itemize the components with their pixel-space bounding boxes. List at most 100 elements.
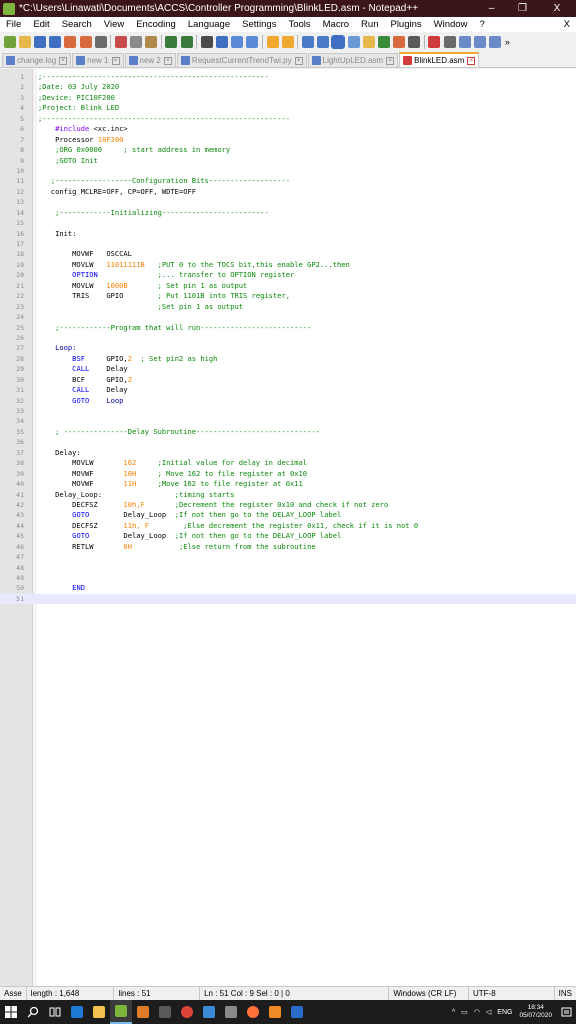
copy-icon[interactable] [130, 36, 143, 48]
taskbar-chrome[interactable] [176, 1000, 198, 1024]
run-macro-multiple-icon[interactable] [474, 36, 487, 48]
search-button[interactable] [22, 1000, 44, 1024]
code-line[interactable]: 30 BCF GPIO,2 [0, 375, 576, 385]
code-text[interactable]: DECFSZ 11h, F ;Else decrement the regist… [38, 521, 418, 531]
code-line[interactable]: 7 Processor 10F200 [0, 135, 576, 145]
code-line[interactable]: 20 OPTION ;... transfer to OPTION regist… [0, 270, 576, 280]
code-text[interactable]: ;Device: PIC10F200 [38, 93, 115, 103]
code-text[interactable]: config MCLRE=OFF, CP=OFF, WDTE=OFF [38, 187, 196, 197]
taskbar-app-blue[interactable] [198, 1000, 220, 1024]
code-text[interactable]: GOTO Delay_Loop ;If not then go to the D… [38, 531, 341, 541]
code-line[interactable]: 32 GOTO Loop [0, 396, 576, 406]
code-text[interactable]: ; ---------------Delay Subroutine-------… [38, 427, 320, 437]
code-line[interactable]: 47 [0, 552, 576, 562]
menu-file[interactable]: File [0, 19, 27, 30]
code-line[interactable]: 2 ;Date: 03 July 2020 [0, 82, 576, 92]
close-button[interactable]: X [538, 0, 576, 17]
code-line[interactable]: 28 BSF GPIO,2 ; Set pin2 as high [0, 354, 576, 364]
code-line[interactable]: 26 [0, 333, 576, 343]
code-line[interactable]: 42 DECFSZ 10h,F ;Decrement the register … [0, 500, 576, 510]
code-text[interactable]: ;------------Program that will run------… [38, 323, 311, 333]
code-text[interactable]: ;---------------------------------------… [38, 72, 269, 82]
minimize-button[interactable]: – [476, 0, 507, 17]
code-line[interactable]: 50 END [0, 583, 576, 593]
code-text[interactable]: Delay: [38, 448, 81, 458]
word-wrap-icon[interactable] [301, 36, 314, 48]
code-line[interactable]: 6 #include <xc.inc> [0, 124, 576, 134]
close-document-button[interactable]: X [564, 19, 576, 30]
code-line[interactable]: 33 [0, 406, 576, 416]
code-line[interactable]: 21 MOVLW 1000B ; Set pin 1 as output [0, 281, 576, 291]
open-file-icon[interactable] [18, 36, 31, 48]
code-text[interactable]: MOVWF 11H ;Move 162 to file register at … [38, 479, 303, 489]
save-icon[interactable] [33, 36, 46, 48]
code-text[interactable]: CALL Delay [38, 385, 128, 395]
code-text[interactable]: GOTO Delay_Loop ;If not then go to the D… [38, 510, 341, 520]
code-text[interactable]: MOVLW 11011111B ;PUT 0 to the TOCS bit,t… [38, 260, 350, 270]
code-text[interactable]: Processor 10F200 [38, 135, 123, 145]
close-tab-icon[interactable]: × [163, 56, 172, 65]
code-text[interactable]: RETLW 0H ;Else return from the subroutin… [38, 542, 315, 552]
code-text[interactable]: MOVWF OSCCAL [38, 249, 132, 259]
code-line[interactable]: 23 ;Set pin 1 as output [0, 302, 576, 312]
code-line[interactable]: 37 Delay: [0, 448, 576, 458]
show-all-chars-icon[interactable] [317, 36, 330, 48]
cut-icon[interactable] [114, 36, 127, 48]
menu-tools[interactable]: Tools [282, 19, 316, 30]
taskbar-calculator[interactable] [154, 1000, 176, 1024]
code-line[interactable]: 3 ;Device: PIC10F200 [0, 93, 576, 103]
save-all-icon[interactable] [49, 36, 62, 48]
battery-icon[interactable]: ▭ [461, 1008, 468, 1016]
save-macro-icon[interactable] [489, 36, 502, 48]
code-line[interactable]: 49 [0, 573, 576, 583]
taskbar-firefox[interactable] [242, 1000, 264, 1024]
code-text[interactable]: ;Date: 03 July 2020 [38, 82, 119, 92]
tab-new-1[interactable]: new 1 × [72, 53, 124, 67]
language-indicator[interactable]: ENG [497, 1009, 512, 1016]
menu-help[interactable]: ? [473, 19, 490, 30]
menu-settings[interactable]: Settings [236, 19, 282, 30]
code-line[interactable]: 19 MOVLW 11011111B ;PUT 0 to the TOCS bi… [0, 260, 576, 270]
code-line[interactable]: 9 ;GOTO Init [0, 156, 576, 166]
code-text[interactable]: Init: [38, 229, 76, 239]
code-line[interactable]: 38 MOVLW 162 ;Initial value for delay in… [0, 458, 576, 468]
sync-horizontal-icon[interactable] [281, 36, 294, 48]
taskbar-notepadpp[interactable] [110, 1000, 132, 1024]
code-line[interactable]: 22 TRIS GPIO ; Put 1101B into TRIS regis… [0, 291, 576, 301]
action-center-button[interactable] [556, 1000, 576, 1024]
code-line[interactable]: 29 CALL Delay [0, 364, 576, 374]
taskbar-app-gray[interactable] [220, 1000, 242, 1024]
menu-search[interactable]: Search [56, 19, 98, 30]
code-text[interactable]: ;Set pin 1 as output [38, 302, 243, 312]
code-line[interactable]: 13 [0, 197, 576, 207]
monitoring-icon[interactable] [393, 36, 406, 48]
code-line[interactable]: 17 [0, 239, 576, 249]
code-line[interactable]: 16 Init: [0, 229, 576, 239]
find-icon[interactable] [200, 36, 213, 48]
indent-guide-icon[interactable] [331, 35, 346, 49]
code-line[interactable]: 31 CALL Delay [0, 385, 576, 395]
new-file-icon[interactable] [3, 36, 16, 48]
code-text[interactable]: MOVLW 1000B ; Set pin 1 as output [38, 281, 247, 291]
tab-new-2[interactable]: new 2 × [124, 53, 176, 67]
code-line[interactable]: 41 Delay_Loop: ;timing starts [0, 490, 576, 500]
taskbar-app-blue-2[interactable] [286, 1000, 308, 1024]
volume-icon[interactable]: ◁ [486, 1008, 491, 1016]
code-line[interactable]: 39 MOVWF 10H ; Move 162 to file register… [0, 469, 576, 479]
code-line[interactable]: 4 ;Project: Blink LED [0, 103, 576, 113]
folder-workspace-icon[interactable] [362, 36, 375, 48]
tab-light-up-led[interactable]: LightUpLED.asm × [307, 53, 399, 67]
menu-plugins[interactable]: Plugins [384, 19, 427, 30]
close-tab-icon[interactable]: × [294, 56, 303, 65]
code-line[interactable]: 44 DECFSZ 11h, F ;Else decrement the reg… [0, 521, 576, 531]
wifi-icon[interactable]: ◠ [474, 1008, 480, 1016]
code-line[interactable]: 27 Loop: [0, 343, 576, 353]
paste-icon[interactable] [145, 36, 158, 48]
function-list-icon[interactable] [377, 36, 390, 48]
menu-language[interactable]: Language [182, 19, 236, 30]
task-view-button[interactable] [44, 1000, 66, 1024]
zoom-out-icon[interactable] [246, 36, 259, 48]
print-icon[interactable] [94, 36, 107, 48]
code-line[interactable]: 1 ;--------------------------------------… [0, 72, 576, 82]
maximize-button[interactable]: ❐ [507, 0, 538, 17]
